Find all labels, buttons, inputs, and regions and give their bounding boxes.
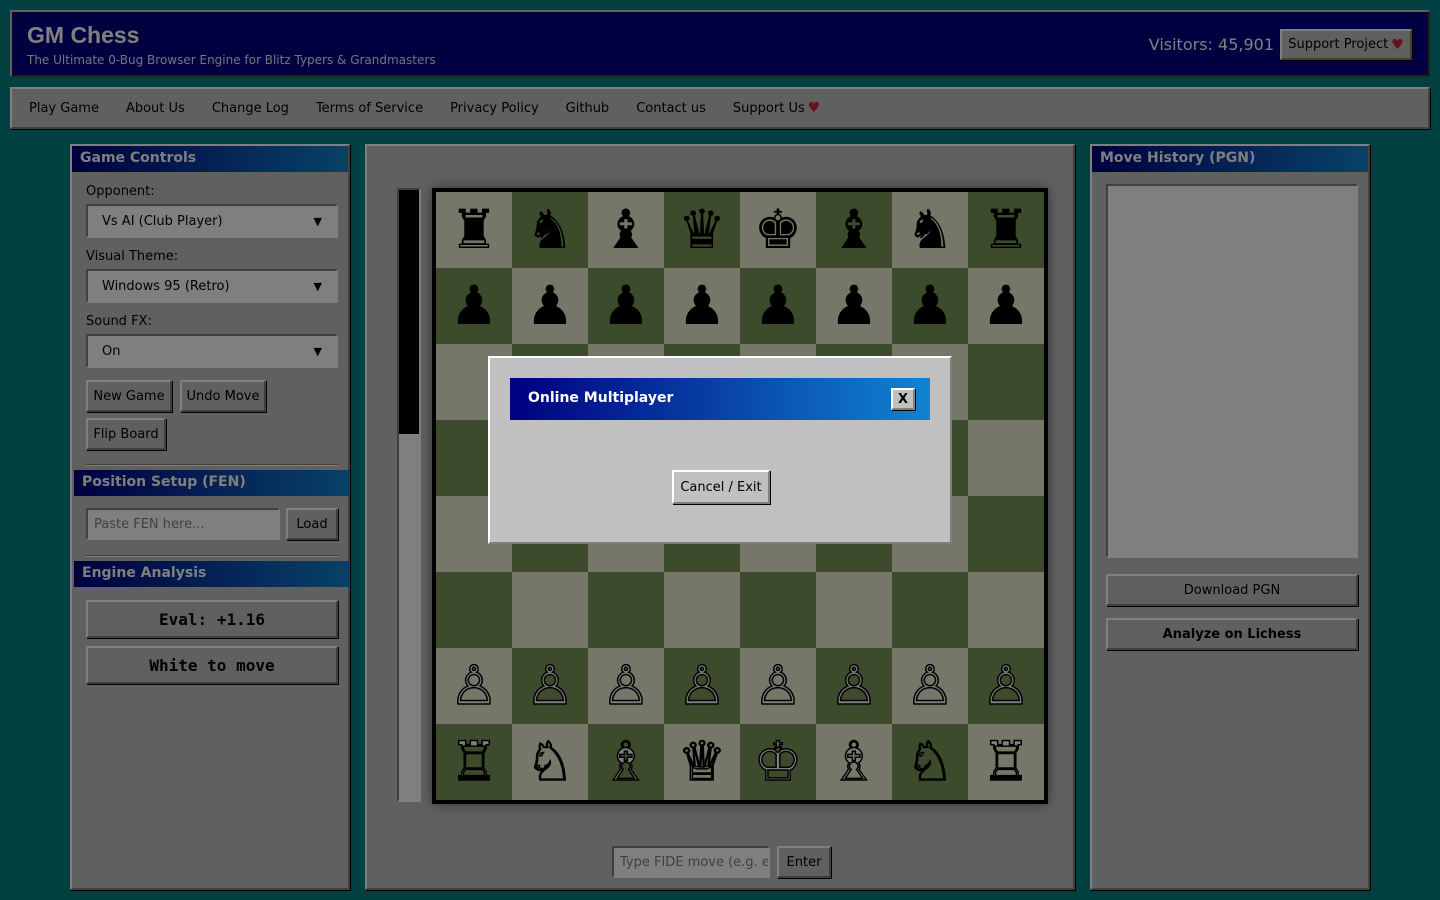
online-multiplayer-dialog: Online Multiplayer X Cancel / Exit [488,356,952,544]
dialog-title: Online Multiplayer [528,390,674,406]
close-icon[interactable]: X [891,388,915,410]
dialog-titlebar: Online Multiplayer X [510,378,930,420]
cancel-exit-button[interactable]: Cancel / Exit [672,470,770,504]
